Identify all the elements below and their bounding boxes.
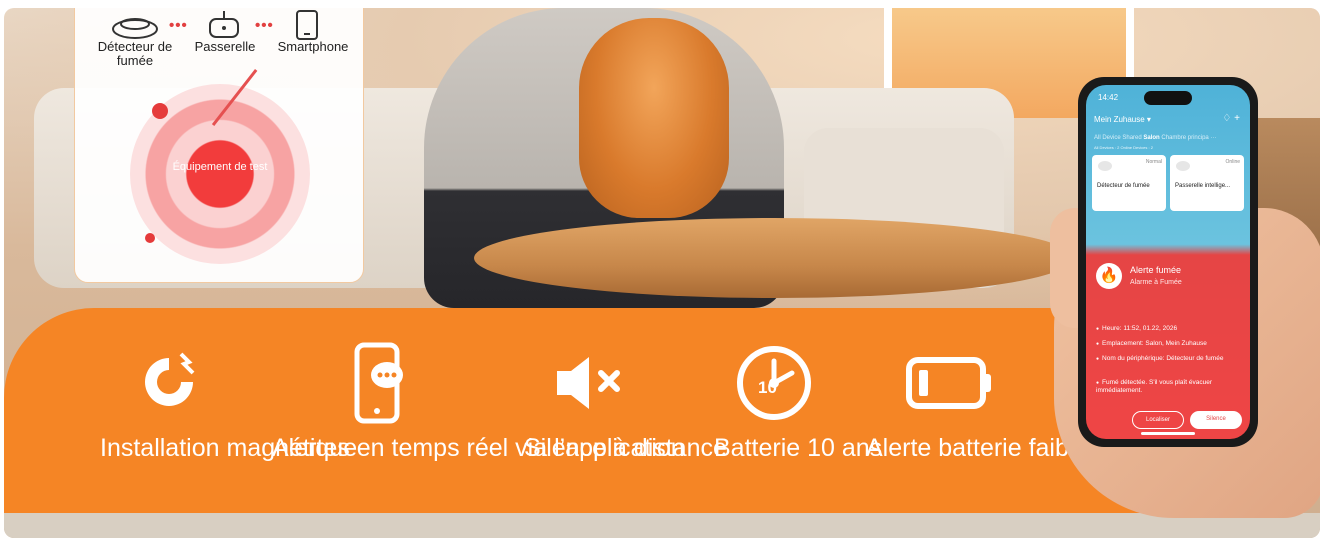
alert-subtitle: Alarme à Fumée (1130, 279, 1182, 286)
smartphone-mockup: 14:42 Mein Zuhause ▾ ♢ + All Device Shar… (1078, 77, 1258, 447)
clock-10-icon: 10 (714, 338, 834, 428)
alert-info-location: Emplacement: Salon, Mein Zuhause (1096, 340, 1246, 348)
feature-remote-silence: Silence à distance (524, 338, 727, 462)
svg-text:10: 10 (758, 378, 777, 397)
magnet-icon (100, 338, 240, 428)
target-dot (145, 233, 155, 243)
locate-button[interactable]: Localiser (1132, 411, 1184, 429)
gateway-icon (1176, 161, 1190, 171)
device-name: Passerelle intellige... (1175, 183, 1231, 189)
test-button-label: Équipement de test (172, 161, 268, 173)
feature-label: Alertes en temps réel via l’application (272, 434, 685, 462)
device-status: Normal (1145, 159, 1162, 165)
tab-shared[interactable]: Shared (1122, 135, 1141, 141)
flame-icon: 🔥 (1096, 263, 1122, 289)
device-name: Détecteur de fumée (1097, 183, 1150, 189)
feature-magnetic: Installation magnétique (100, 338, 358, 462)
alert-title: Alerte fumée (1130, 265, 1182, 275)
tab-all-device[interactable]: All Device (1094, 135, 1121, 141)
tab-salon[interactable]: Salon (1143, 135, 1159, 141)
feature-low-battery-alert: Alerte batterie faible (866, 338, 1089, 462)
alert-info-time: Heure: 11:52, 01.22, 2026 (1096, 325, 1246, 333)
cat-photo (579, 18, 729, 218)
feature-battery-10y: 10 Batterie 10 ans (714, 338, 883, 462)
target-dot (152, 103, 168, 119)
link-dots: ••• (255, 17, 274, 34)
app-screen: 14:42 Mein Zuhause ▾ ♢ + All Device Shar… (1086, 85, 1250, 439)
feature-realtime-alerts: Alertes en temps réel via l’application (272, 338, 685, 462)
bell-icon[interactable]: ♢ + (1222, 113, 1240, 124)
dynamic-island (1144, 91, 1192, 105)
smoke-detector-icon (110, 9, 160, 43)
device-card-gateway[interactable]: Online Passerelle intellige... (1170, 155, 1244, 211)
speaker-mute-icon (524, 338, 654, 428)
home-indicator (1141, 432, 1195, 435)
status-time: 14:42 (1098, 93, 1119, 102)
device-flow: ••• ••• Détecteur de fumée Passerelle Sm… (75, 8, 363, 79)
alert-info-message: Fumé détectée. S'il vous plaît évacuer i… (1096, 379, 1246, 395)
device-label-gateway: Passerelle (194, 39, 256, 54)
device-card-detector[interactable]: Normal Détecteur de fumée (1092, 155, 1166, 211)
tab-chambre[interactable]: Chambre principa (1161, 135, 1208, 141)
connection-diagram-card: ••• ••• Détecteur de fumée Passerelle Sm… (74, 8, 364, 283)
room-tabs: All Device Shared Salon Chambre principa… (1094, 135, 1216, 141)
home-selector[interactable]: Mein Zuhause ▾ (1094, 115, 1151, 124)
feature-label: Batterie 10 ans (714, 434, 883, 462)
device-counts: All Devices : 2 Online Devices : 2 (1094, 145, 1153, 150)
more-tabs-icon[interactable]: ··· (1210, 135, 1216, 141)
device-label-detector: Détecteur de fumée (97, 39, 173, 68)
phone-chat-icon (272, 338, 486, 428)
device-status: Online (1225, 159, 1240, 165)
battery-low-icon (866, 338, 1034, 428)
coffee-table (474, 218, 1074, 298)
alert-info-device: Nom du périphérique: Détecteur de fumée (1096, 355, 1246, 363)
feature-label: Alerte batterie faible (866, 434, 1089, 462)
link-dots: ••• (169, 17, 188, 34)
feature-label: Silence à distance (524, 434, 727, 462)
bottom-strip (4, 513, 1320, 538)
smoke-detector-icon (1098, 161, 1112, 171)
gateway-icon (207, 9, 241, 43)
silence-button[interactable]: Silence (1190, 411, 1242, 429)
device-label-smartphone: Smartphone (277, 39, 349, 54)
feature-label: Installation magnétique (100, 434, 358, 462)
